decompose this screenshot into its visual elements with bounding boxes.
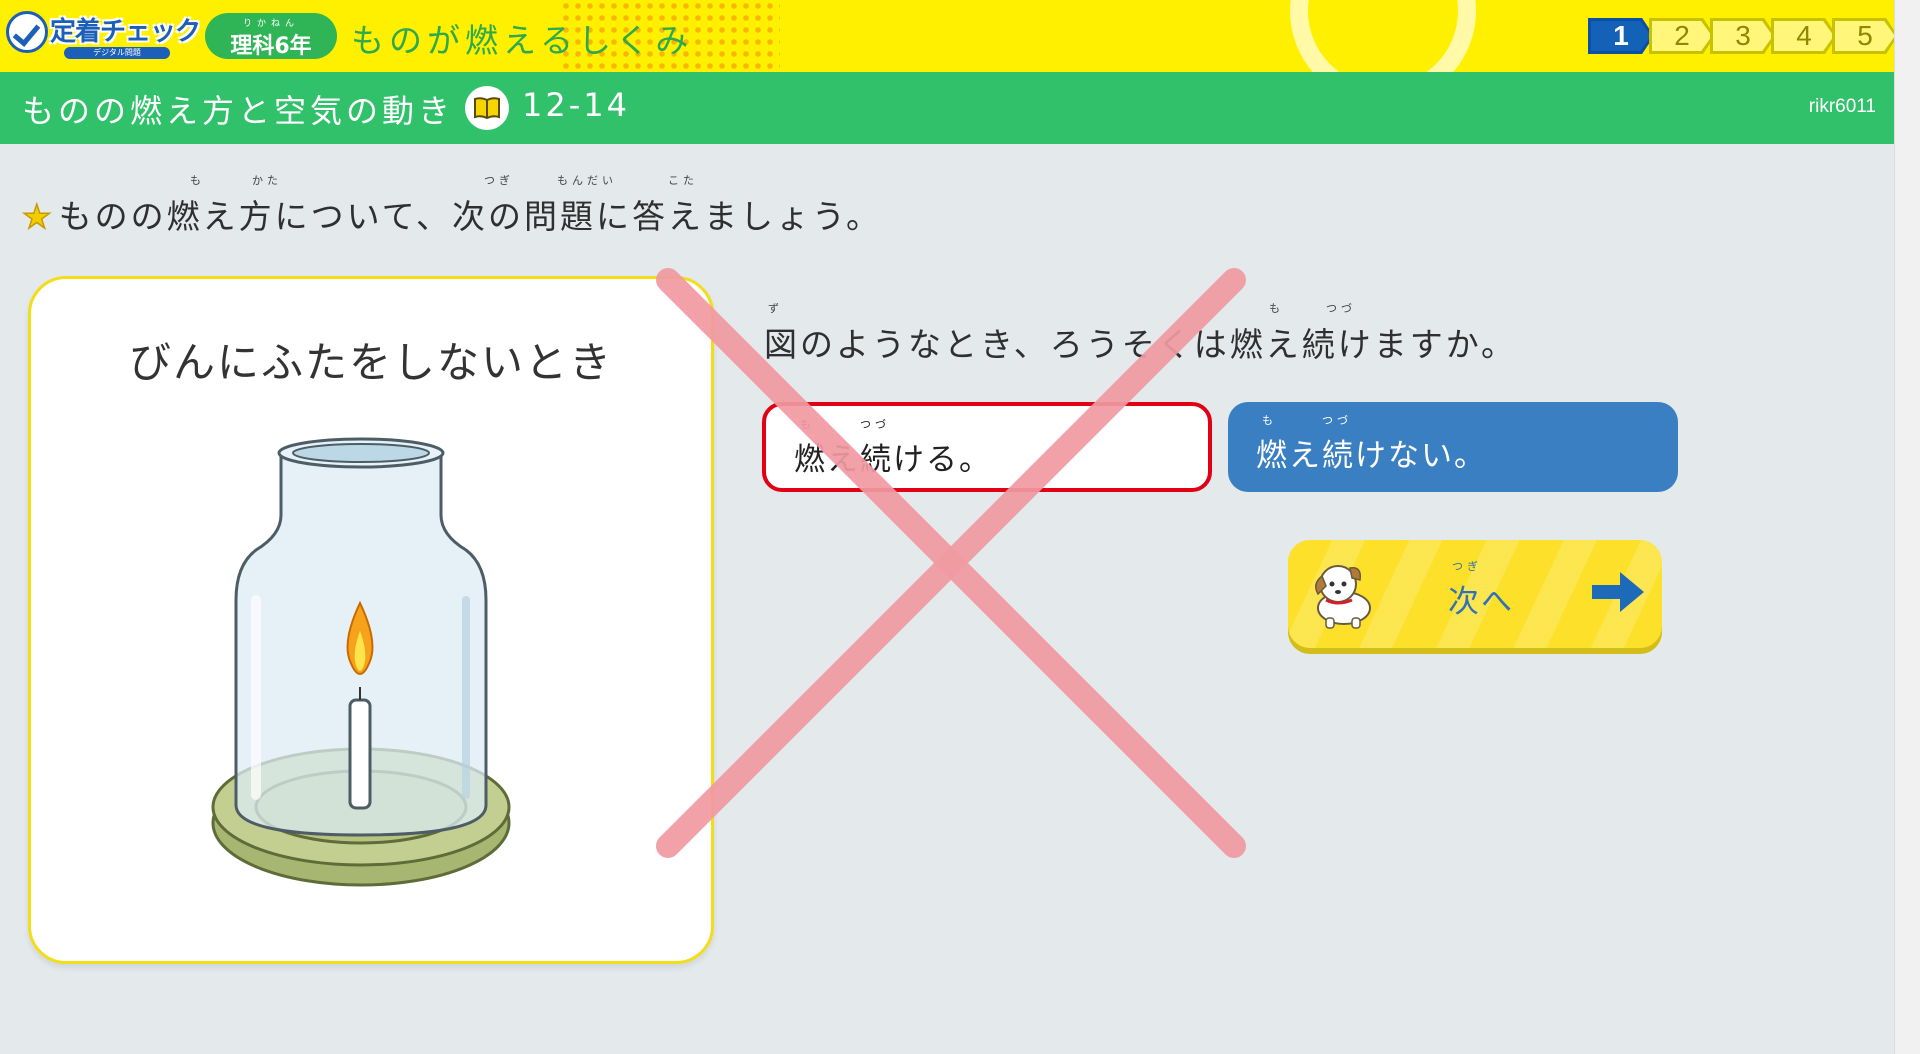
step-label: 2 <box>1652 21 1712 51</box>
ruby: も <box>1262 414 1277 427</box>
book-icon <box>465 86 509 130</box>
check-logo-icon <box>6 11 48 53</box>
right-arrow-icon <box>1592 572 1644 612</box>
step-2-tab[interactable]: 2 <box>1649 18 1715 54</box>
instruction: も かた つぎ もんだい こた ★ ものの燃え方について、次の問題に答えましょう。 <box>21 174 882 238</box>
textbook-page-range: 12-14 <box>522 86 630 124</box>
grade-badge: りかねん 理科6年 <box>205 13 337 59</box>
step-label: 3 <box>1713 21 1773 51</box>
problem-code: rikr6011 <box>1808 96 1876 117</box>
header-circle-decoration <box>1290 0 1476 72</box>
grade-label: 理科6年 <box>230 34 312 59</box>
unit-title: ものが燃えるしくみ <box>351 21 694 60</box>
ruby: も <box>190 174 205 187</box>
figure-caption: びんにふたをしないとき <box>128 338 613 387</box>
candle-jar-illustration <box>211 437 511 887</box>
ruby: つぎ <box>484 174 514 187</box>
logo-subtext: デジタル問題 <box>64 47 170 59</box>
top-header: 定着チェック デジタル問題 りかねん 理科6年 ものが燃えるしくみ 1 2 3 … <box>0 0 1894 72</box>
ruby: つづ <box>1322 414 1352 427</box>
ruby: ず <box>768 302 783 315</box>
question: ず も つづ 図のようなとき、ろうそくは燃え続けますか。 <box>764 302 1518 366</box>
step-label: 1 <box>1591 21 1651 51</box>
dog-icon <box>1315 565 1371 629</box>
ruby: つづ <box>860 418 890 431</box>
logo-text: 定着チェック <box>50 17 201 47</box>
ruby: も <box>1269 302 1284 315</box>
step-5-tab[interactable]: 5 <box>1832 18 1894 54</box>
figure-card: びんにふたをしないとき <box>28 276 714 964</box>
question-text: 図のようなとき、ろうそくは燃え続けますか。 <box>764 325 1518 364</box>
ruby: こた <box>668 174 698 187</box>
next-label-wrap: つぎ 次へ <box>1448 560 1514 621</box>
step-3-tab[interactable]: 3 <box>1710 18 1776 54</box>
next-label: 次へ <box>1448 584 1514 620</box>
answer-text: 燃え続けない。 <box>1256 438 1487 474</box>
next-button[interactable]: つぎ 次へ <box>1288 540 1662 648</box>
step-4-tab[interactable]: 4 <box>1771 18 1837 54</box>
instruction-text: ものの燃え方について、次の問題に答えましょう。 <box>58 197 882 236</box>
step-label: 4 <box>1774 21 1834 51</box>
section-header: ものの燃え方と空気の動き 12-14 rikr6011 <box>0 72 1894 144</box>
answer-option-stops[interactable]: も つづ 燃え続けない。 <box>1228 402 1678 492</box>
ruby: つぎ <box>1452 560 1482 573</box>
step-1-tab[interactable]: 1 <box>1588 18 1654 54</box>
ruby: かた <box>252 174 282 187</box>
section-title: ものの燃え方と空気の動き <box>22 92 455 130</box>
ruby: も <box>800 418 815 431</box>
star-icon: ★ <box>21 196 55 237</box>
answer-text: 燃え続ける。 <box>794 442 992 478</box>
ruby: もんだい <box>557 174 617 187</box>
vertical-scrollbar[interactable] <box>1894 0 1920 1054</box>
step-label: 5 <box>1835 21 1894 51</box>
app-logo: 定着チェック デジタル問題 <box>6 9 201 59</box>
ruby: つづ <box>1326 302 1356 315</box>
answer-option-continues[interactable]: も つづ 燃え続ける。 <box>762 402 1212 492</box>
